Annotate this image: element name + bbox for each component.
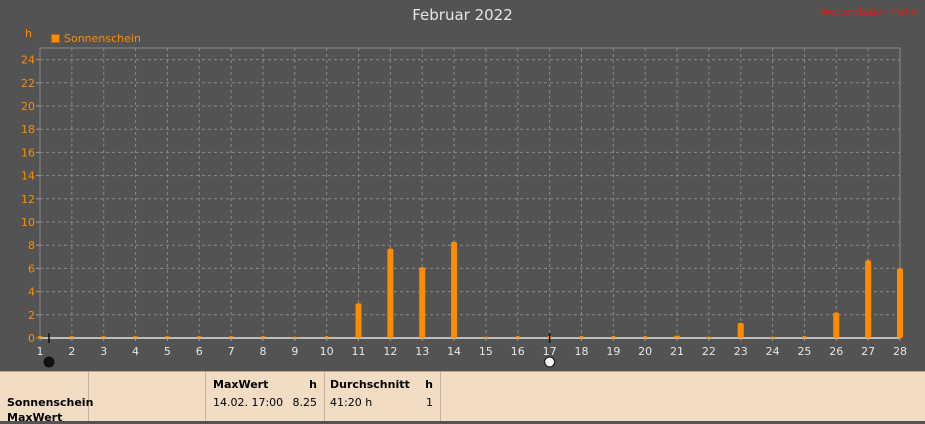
x-tick-label: 25: [797, 345, 811, 358]
x-tick-label: 28: [893, 345, 907, 358]
range-handle: [544, 356, 556, 368]
x-tick-label: 26: [829, 345, 843, 358]
x-tick-label: 3: [100, 345, 107, 358]
bar: [419, 267, 426, 338]
bar: [451, 241, 458, 338]
bar: [643, 336, 648, 338]
bar: [229, 336, 234, 338]
plot-frame: [39, 47, 901, 339]
bar: [133, 336, 138, 338]
x-tick-label: 10: [320, 345, 334, 358]
summary-table: Sonnenschein MaxWert MaxWert h 14.02. 17…: [0, 371, 925, 424]
durchschnitt-column: Durchschnitt h 41:20 h 1: [325, 372, 441, 421]
chart-plot: 0246810121416182022241 2 3 4 5 6 7 8 9 10 11 12 13 14…: [21, 47, 907, 368]
legend-label: Sonnenschein: [64, 32, 141, 45]
maxwert-value: 8.25: [292, 396, 318, 409]
chart-title: Februar 2022: [412, 6, 513, 24]
row-label-maxwert: MaxWert: [7, 411, 63, 424]
empty-column: [89, 372, 206, 421]
y-tick-label: 10: [21, 216, 35, 229]
x-tick-label: 23: [734, 345, 748, 358]
bar: [324, 336, 329, 338]
y-tick-label: 6: [28, 262, 35, 275]
x-tick-label: 7: [228, 345, 235, 358]
row-label-column: Sonnenschein MaxWert: [0, 372, 93, 424]
maxwert-column: MaxWert h 14.02. 17:00 8.25: [206, 372, 325, 421]
x-tick-label: 6: [196, 345, 203, 358]
x-tick-label: 14: [447, 345, 461, 358]
x-tick-label: 20: [638, 345, 652, 358]
bar: [769, 336, 776, 338]
bar: [611, 336, 616, 338]
maxwert-time: 14.02. 17:00: [213, 396, 284, 409]
y-tick-label: 2: [28, 309, 35, 322]
x-tick-label: 5: [164, 345, 171, 358]
y-tick-label: 12: [21, 193, 35, 206]
y-tick-label: 20: [21, 100, 35, 113]
x-tick-label: 8: [259, 345, 266, 358]
y-tick-label: 4: [28, 286, 35, 299]
bar: [69, 336, 74, 338]
bar: [579, 336, 584, 338]
x-tick-label: 17: [543, 345, 557, 358]
x-tick-label: 27: [861, 345, 875, 358]
range-handle: [43, 356, 55, 368]
legend[interactable]: Sonnenschein: [51, 32, 141, 45]
durchschnitt-count: 1: [426, 396, 433, 409]
bar: [197, 336, 202, 338]
bar: [737, 322, 744, 338]
durchschnitt-unit: h: [425, 378, 433, 391]
bar: [165, 336, 170, 338]
bar: [260, 336, 265, 338]
bar: [865, 260, 872, 338]
x-tick-label: 24: [766, 345, 780, 358]
y-tick-label: 14: [21, 170, 35, 183]
x-tick-label: 15: [479, 345, 493, 358]
bar: [802, 336, 807, 338]
bar: [833, 312, 840, 338]
durchschnitt-header: Durchschnitt: [330, 378, 410, 391]
x-tick-label: 4: [132, 345, 139, 358]
bar: [101, 336, 106, 338]
bar: [897, 268, 903, 338]
y-tick-label: 0: [28, 332, 35, 345]
bar: [291, 336, 298, 338]
bar: [482, 336, 489, 338]
x-tick-label: 13: [415, 345, 429, 358]
y-axis-unit: h: [25, 27, 32, 40]
y-tick-label: 16: [21, 146, 35, 159]
x-tick-label: 9: [291, 345, 298, 358]
x-tick-label: 1: [37, 345, 44, 358]
legend-swatch: [51, 34, 60, 43]
bar: [705, 336, 712, 338]
bar: [674, 335, 681, 338]
x-tick-label: 16: [511, 345, 525, 358]
y-tick-label: 8: [28, 239, 35, 252]
bar: [387, 248, 394, 338]
x-tick-label: 11: [352, 345, 366, 358]
maxwert-header: MaxWert: [213, 378, 269, 391]
bar: [515, 336, 520, 338]
maxwert-unit: h: [309, 378, 317, 391]
durchschnitt-value: 41:20 h: [330, 396, 373, 409]
row-label-sonnenschein: Sonnenschein: [7, 396, 94, 409]
x-tick-label: 19: [606, 345, 620, 358]
bar: [38, 336, 42, 338]
bar: [355, 303, 362, 338]
y-tick-label: 18: [21, 123, 35, 136]
x-tick-label: 18: [574, 345, 588, 358]
y-tick-label: 24: [21, 54, 35, 67]
x-tick-label: 2: [68, 345, 75, 358]
x-tick-label: 12: [383, 345, 397, 358]
x-tick-label: 21: [670, 345, 684, 358]
y-tick-label: 22: [21, 77, 35, 90]
x-tick-label: 22: [702, 345, 716, 358]
station-link[interactable]: Wetterstation Halle: [820, 7, 917, 18]
